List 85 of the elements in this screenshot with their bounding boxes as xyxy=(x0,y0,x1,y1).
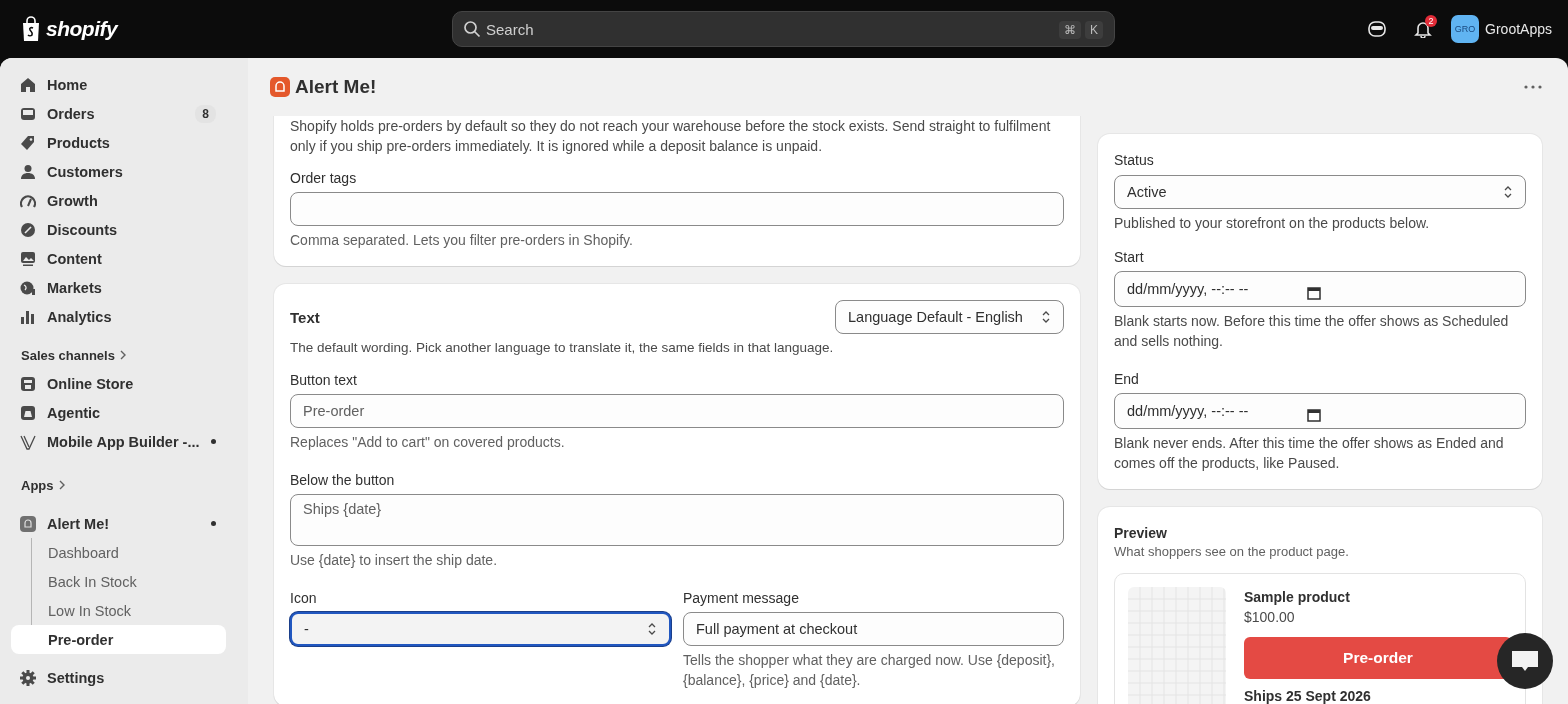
language-select[interactable]: Language Default - English xyxy=(835,300,1064,334)
help-text: Blank starts now. Before this time the offer shows as Scheduled and sells nothing. xyxy=(1114,312,1510,351)
home-icon xyxy=(20,76,36,93)
storefront-icon xyxy=(20,375,36,392)
field-label: Icon xyxy=(290,589,318,608)
notification-count: 2 xyxy=(1425,15,1438,27)
search-icon xyxy=(463,20,481,38)
field-label: Below the button xyxy=(290,471,396,490)
date-field[interactable]: dd/mm/yyyy, --:-- -- xyxy=(1114,393,1526,429)
settings-icon xyxy=(20,669,36,686)
bell-app-icon xyxy=(270,77,290,97)
field-label: Status xyxy=(1114,151,1155,170)
nav-item[interactable]: Content xyxy=(10,244,226,273)
chevron-right-icon xyxy=(57,480,66,490)
nav-item[interactable]: Products xyxy=(10,128,226,157)
date-field[interactable]: dd/mm/yyyy, --:-- -- xyxy=(1114,271,1526,307)
nav-item[interactable]: Mobile App Builder -... xyxy=(10,427,226,456)
nav-item[interactable]: Orders 8 xyxy=(10,99,226,128)
nav-item[interactable]: Agentic xyxy=(10,398,226,427)
tag-icon xyxy=(20,134,36,151)
help-text: Replaces "Add to cart" on covered products. xyxy=(290,433,566,452)
help-text: Tells the shopper what they are charged now. Use {deposit}, {balance}, {price} and {date}. xyxy=(683,651,1056,690)
discount-icon xyxy=(20,221,36,238)
nav-item[interactable]: Dashboard xyxy=(11,538,226,567)
v-logo-icon xyxy=(20,433,36,450)
notifications-button[interactable]: 2 xyxy=(1405,11,1442,47)
field-label: Start xyxy=(1114,248,1145,267)
calendar-icon xyxy=(1307,408,1321,422)
select-arrows-icon xyxy=(647,621,657,637)
field-label: Order tags xyxy=(290,169,358,188)
nav-item[interactable]: Analytics xyxy=(10,302,226,331)
nav-item[interactable]: Low In Stock xyxy=(11,596,226,625)
tray-icon xyxy=(20,105,36,122)
text-field[interactable]: Pre-order xyxy=(290,394,1064,428)
nav-item[interactable]: Alert Me! xyxy=(10,509,226,538)
help-text: Comma separated. Lets you filter pre-orders in Shopify. xyxy=(290,231,634,250)
nav-item[interactable]: Home xyxy=(10,70,226,99)
select-arrows-icon xyxy=(1041,309,1051,325)
more-icon xyxy=(1524,85,1542,89)
section-heading[interactable]: Sales channels xyxy=(21,343,248,367)
bag-logo-icon xyxy=(20,16,42,42)
nav-item[interactable]: Pre-order xyxy=(11,625,226,654)
bar-chart-icon xyxy=(20,308,36,325)
store-avatar[interactable]: GRO xyxy=(1451,15,1480,43)
description: Shopify holds pre-orders by default so they do not reach your warehouse before the stock exists. Send straight to fulfilment only if you ship pre-orders immediately. It is ignored while a deposit balance is unpaid. xyxy=(290,117,1052,156)
field-label: End xyxy=(1114,370,1140,389)
text-area[interactable]: Ships {date} xyxy=(290,494,1064,546)
nav-item[interactable]: Discounts xyxy=(10,215,226,244)
image-icon xyxy=(20,250,36,267)
nav-item[interactable]: Customers xyxy=(10,157,226,186)
field-label: Payment message xyxy=(683,589,800,608)
card-title: Preview xyxy=(1114,524,1168,543)
section-heading[interactable]: Apps xyxy=(21,473,248,497)
gauge-icon xyxy=(20,192,36,209)
help-text: Published to your storefront on the products below. xyxy=(1114,214,1431,233)
product-price: $100.00 xyxy=(1244,608,1296,627)
store-name[interactable]: GrootApps xyxy=(1485,21,1552,37)
select-field[interactable]: Active xyxy=(1114,175,1526,209)
nav-item[interactable]: Settings xyxy=(10,663,226,692)
chevron-right-icon xyxy=(118,350,127,360)
description: The default wording. Pick another language to translate it, the same fields in that language. xyxy=(290,339,835,357)
nav-item[interactable]: Online Store xyxy=(10,369,226,398)
product-name: Sample product xyxy=(1244,588,1351,607)
field-label: Button text xyxy=(290,371,358,390)
select-arrows-icon xyxy=(1503,184,1513,200)
nav-item[interactable]: Back In Stock xyxy=(11,567,226,596)
help-text: Blank never ends. After this time the offer shows as Ended and comes off the products, like Paused. xyxy=(1114,434,1505,473)
person-icon xyxy=(20,163,36,180)
shortcut-key: ⌘ xyxy=(1059,21,1081,39)
select-field[interactable]: - xyxy=(290,612,671,646)
text-field[interactable]: Full payment at checkout xyxy=(683,612,1064,646)
description: What shoppers see on the product page. xyxy=(1114,543,1350,561)
more-actions-button[interactable] xyxy=(1524,85,1542,89)
app-icon xyxy=(20,515,36,532)
brand-name: shopify xyxy=(46,17,118,41)
calendar-icon xyxy=(1307,286,1321,300)
count-badge: 8 xyxy=(195,104,216,123)
ship-date: Ships 25 Sept 2026 xyxy=(1244,688,1372,704)
nav-item[interactable]: Growth xyxy=(10,186,226,215)
page-title: Alert Me! xyxy=(295,76,377,98)
help-text: Use {date} to insert the ship date. xyxy=(290,551,499,570)
text-field[interactable] xyxy=(290,192,1064,226)
bell-icon xyxy=(1414,20,1433,38)
card-title: Text xyxy=(290,308,320,326)
nav-item[interactable]: Markets xyxy=(10,273,226,302)
